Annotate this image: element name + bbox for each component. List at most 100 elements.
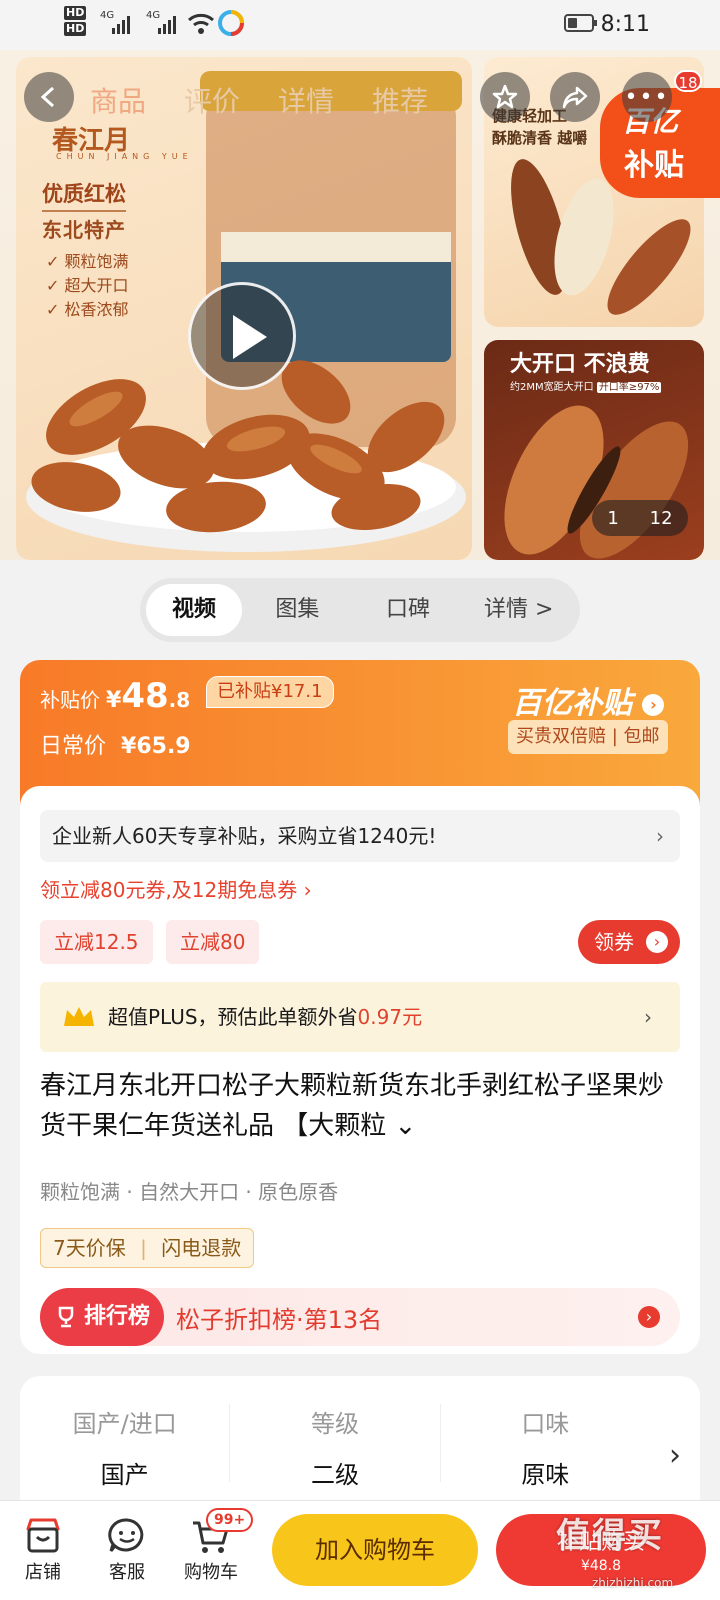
chevron-right-icon: › [642, 693, 665, 716]
coupon-link[interactable]: 领立减80元券,及12期免息券 › [40, 874, 312, 903]
chevron-right-icon: › [668, 1437, 681, 1473]
top-section-tabs: 商品 评价 详情 推荐 [90, 80, 428, 120]
back-arrow-icon [40, 86, 55, 108]
hd-indicator: HD HD [64, 6, 87, 38]
ranking-label: 排行榜 [84, 1304, 151, 1329]
watermark-url: zhizhizhi.com [592, 1576, 674, 1590]
clock: 8:11 [600, 12, 650, 37]
ranking-bar[interactable]: 排行榜 松子折扣榜·第13名 › [40, 1288, 680, 1346]
feature-list: ✓ 颗粒饱满 ✓ 超大开口 ✓ 松香浓郁 [46, 250, 129, 322]
subsidy-price-label: 补贴价 [40, 688, 100, 712]
status-bar: HD HD 4G 4G 8:11 [0, 0, 720, 50]
ranking-text: 松子折扣榜·第13名 [176, 1305, 383, 1334]
product-feature-tags: 颗粒饱满 · 自然大开口 · 原色原香 [40, 1180, 339, 1204]
back-button[interactable] [24, 72, 74, 122]
spec-key: 口味 [521, 1410, 570, 1438]
enterprise-promo-bar[interactable]: 企业新人60天专享补贴，采购立省1240元! › [40, 810, 680, 862]
watermark: 值得买 [556, 1516, 664, 1556]
subsidy-price: 补贴价 ¥ 48 .8 [40, 676, 190, 716]
tab-gallery[interactable]: 图集 [242, 584, 353, 636]
tab-recommend[interactable]: 推荐 [372, 80, 428, 120]
price-decimal: .8 [168, 688, 191, 712]
spec-key: 等级 [310, 1410, 359, 1438]
tab-reputation[interactable]: 口碑 [353, 584, 464, 636]
plus-savings-amount: 0.97元 [357, 1005, 423, 1029]
regular-price-value: ¥65.9 [121, 734, 191, 759]
ranking-tag: 排行榜 [40, 1288, 165, 1346]
image-pager: 1 12 [592, 500, 688, 536]
spec-value: 国产 [100, 1461, 149, 1489]
regular-price-label: 日常价 [40, 734, 107, 759]
feature-item: ✓ 松香浓郁 [46, 300, 129, 319]
shop-button[interactable]: 店铺 [8, 1514, 78, 1584]
tab-reviews[interactable]: 评价 [184, 80, 240, 120]
currency-symbol: ¥ [106, 688, 122, 713]
subsidy-program-name: 百亿补贴 [512, 686, 632, 721]
plus-savings-bar[interactable]: 超值PLUS，预估此单额外省0.97元 › [40, 982, 680, 1052]
share-button[interactable] [550, 72, 600, 122]
favorite-button[interactable] [480, 72, 530, 122]
wifi-icon [188, 13, 214, 34]
customer-service-button[interactable]: 客服 [92, 1514, 162, 1584]
plus-savings-text: 超值PLUS，预估此单额外省 [108, 1005, 358, 1029]
more-button[interactable]: ••• [622, 72, 672, 122]
price-protection-label: 7天价保 [53, 1236, 126, 1260]
app-notification-icon [218, 10, 244, 36]
spec-value: 原味 [521, 1461, 570, 1489]
corner-badge-line: 补贴 [624, 148, 684, 183]
product-title[interactable]: 春江月东北开口松子大颗粒新货东北手剥红松子坚果炒货干果仁年货送礼品 【大颗粒 ⌄ [40, 1066, 680, 1146]
cart-label: 购物车 [184, 1562, 238, 1583]
spec-item: 口味 原味 [441, 1404, 650, 1489]
pager-total: 12 [649, 507, 673, 529]
share-icon [562, 86, 588, 109]
chevron-right-icon: › [646, 931, 668, 953]
chat-face-icon [108, 1518, 144, 1552]
feature-item: ✓ 超大开口 [46, 276, 129, 295]
tab-product[interactable]: 商品 [90, 80, 146, 120]
enterprise-promo-text: 企业新人60天专享补贴，采购立省1240元! [52, 824, 437, 848]
play-video-button[interactable] [188, 282, 296, 390]
feature-item: ✓ 颗粒饱满 [46, 252, 129, 271]
chevron-right-icon: › [638, 1306, 660, 1328]
image-subheadline: 东北特产 [42, 210, 126, 243]
tab-details[interactable]: 详情 [278, 80, 334, 120]
service-guarantee[interactable]: 7天价保 | 闪电退款 [40, 1228, 255, 1268]
shop-label: 店铺 [25, 1562, 61, 1583]
tab-video[interactable]: 视频 [146, 584, 242, 636]
hd-label: HD [64, 6, 87, 20]
spec-item: 国产/进口 国产 [20, 1404, 231, 1489]
more-dots-icon: ••• [624, 84, 670, 110]
image-headline: 优质红松 [42, 182, 126, 206]
chevron-right-icon: › [644, 1005, 652, 1029]
get-coupon-label: 领券 [594, 930, 634, 954]
trophy-icon [58, 1306, 74, 1328]
spec-summary[interactable]: 国产/进口 国产 等级 二级 口味 原味 › [20, 1376, 700, 1506]
spec-item: 等级 二级 [230, 1404, 441, 1489]
buy-price: ¥48.8 [580, 1558, 622, 1574]
pager-current: 1 [607, 507, 619, 529]
media-tabs: 视频 图集 口碑 详情 > [140, 578, 580, 642]
spec-key: 国产/进口 [72, 1410, 177, 1438]
discount-pill: 立减80 [166, 920, 260, 964]
battery-icon [564, 14, 597, 32]
tab-detail[interactable]: 详情 > [463, 584, 574, 636]
add-to-cart-button[interactable]: 加入购物车 [272, 1514, 478, 1586]
regular-price: 日常价 ¥65.9 [40, 728, 191, 760]
discount-pill: 立减12.5 [40, 920, 153, 964]
star-icon [492, 84, 518, 109]
spec-value: 二级 [310, 1461, 359, 1489]
chevron-right-icon: › [656, 824, 664, 848]
cart-count-badge: 99+ [206, 1508, 254, 1532]
hd-label: HD [64, 22, 87, 36]
get-coupon-button[interactable]: 领券 › [578, 920, 680, 964]
signal-icon [112, 12, 130, 34]
brand-pinyin: CHUN JIANG YUE [56, 152, 193, 161]
crown-icon [64, 1007, 94, 1026]
signal-icon [158, 12, 176, 34]
fast-refund-label: 闪电退款 [161, 1236, 242, 1260]
shop-icon [26, 1518, 60, 1553]
subsidized-amount-tag: 已补贴¥17.1 [206, 676, 334, 708]
notification-badge: 18 [674, 70, 702, 92]
subsidy-program-link[interactable]: 百亿补贴 › [512, 678, 665, 722]
price-integer: 48 [121, 676, 169, 716]
